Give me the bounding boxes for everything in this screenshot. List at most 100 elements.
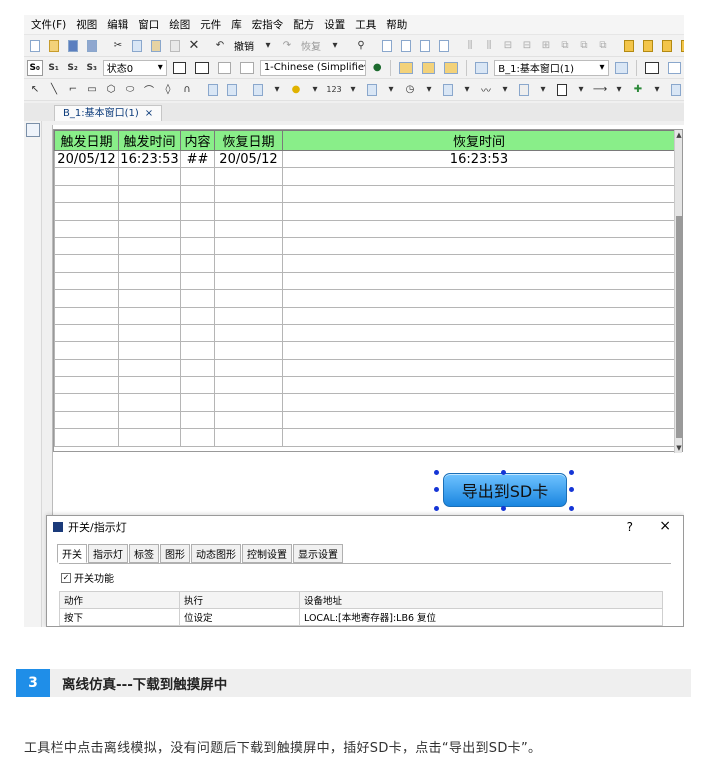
redo-icon[interactable]: ↷ xyxy=(279,38,295,54)
lamp-icon[interactable]: ● xyxy=(288,82,304,98)
window-select[interactable]: B_1:基本窗口(1) ▾ xyxy=(494,59,609,76)
selection-handle[interactable] xyxy=(569,470,574,475)
chevron-down-icon[interactable]: ▾ xyxy=(497,82,513,98)
l4-icon[interactable] xyxy=(237,60,257,76)
ascii-icon[interactable] xyxy=(364,82,380,98)
distribute-h-icon[interactable]: ⫼ xyxy=(462,38,478,54)
close-icon[interactable]: × xyxy=(659,518,671,534)
scroll-down-icon[interactable]: ▼ xyxy=(675,443,683,453)
chevron-down-icon[interactable]: ▾ xyxy=(345,82,361,98)
chevron-down-icon[interactable]: ▾ xyxy=(383,82,399,98)
menu-draw[interactable]: 绘图 xyxy=(164,15,195,35)
l1-icon[interactable] xyxy=(170,60,190,76)
distribute-v-icon[interactable]: ⫼ xyxy=(481,38,497,54)
help-icon[interactable]: ? xyxy=(627,520,633,534)
menu-recipe[interactable]: 配方 xyxy=(288,15,319,35)
curve-icon[interactable]: ∩ xyxy=(179,82,195,98)
polyline-icon[interactable]: ⌐ xyxy=(65,82,81,98)
menu-view[interactable]: 视图 xyxy=(71,15,102,35)
ungroup-icon[interactable]: ⧉ xyxy=(576,38,592,54)
keypad-icon[interactable] xyxy=(516,82,532,98)
window-prop-icon[interactable] xyxy=(396,60,416,76)
numeric-icon[interactable]: 123 xyxy=(326,82,342,98)
l3-icon[interactable] xyxy=(215,60,235,76)
chevron-down-icon[interactable]: ▾ xyxy=(459,82,475,98)
grid-icon[interactable] xyxy=(665,60,685,76)
menu-macro[interactable]: 宏指令 xyxy=(247,15,289,35)
undo-icon[interactable]: ↶ xyxy=(212,38,228,54)
selection-handle[interactable] xyxy=(501,506,506,511)
bulb-icon[interactable]: ● xyxy=(369,60,385,76)
alarm-icon[interactable] xyxy=(668,82,684,98)
duplicate-icon[interactable] xyxy=(167,38,183,54)
table-scrollbar[interactable]: ▲ ▼ xyxy=(674,130,682,453)
selection-handle[interactable] xyxy=(434,487,439,492)
switch-function-checkbox[interactable]: ✓ xyxy=(61,572,71,583)
state-s1-button[interactable]: S₁ xyxy=(46,60,62,76)
tab-display-settings[interactable]: 显示设置 xyxy=(293,544,343,563)
window-open-icon[interactable] xyxy=(441,60,461,76)
selection-handle[interactable] xyxy=(569,506,574,511)
same-width-icon[interactable]: ⊟ xyxy=(500,38,516,54)
tab-indicator[interactable]: 指示灯 xyxy=(88,544,128,563)
open-folder-icon[interactable] xyxy=(46,38,62,54)
pointer-icon[interactable]: ↖ xyxy=(27,82,43,98)
align-top-icon[interactable] xyxy=(436,38,452,54)
same-size-icon[interactable]: ⊞ xyxy=(538,38,554,54)
bring-front-icon[interactable] xyxy=(621,38,637,54)
menu-window[interactable]: 窗口 xyxy=(133,15,164,35)
tab-switch[interactable]: 开关 xyxy=(57,544,87,563)
chevron-down-icon[interactable]: ▾ xyxy=(421,82,437,98)
undo-button[interactable]: 撤销 xyxy=(231,38,257,53)
layer-icon[interactable]: ⧉ xyxy=(595,38,611,54)
rectangle-icon[interactable]: ▭ xyxy=(84,82,100,98)
scroll-thumb[interactable] xyxy=(676,216,682,438)
tab-label[interactable]: 标签 xyxy=(129,544,159,563)
tab-graphic[interactable]: 图形 xyxy=(160,544,190,563)
language-select[interactable]: 1-Chinese (Simplifie▾ xyxy=(259,59,367,76)
text-icon[interactable] xyxy=(224,82,240,98)
menu-file[interactable]: 文件(F) xyxy=(26,15,71,35)
state-s3-button[interactable]: S₃ xyxy=(84,60,100,76)
send-back-icon[interactable] xyxy=(640,38,656,54)
ellipse-icon[interactable]: ⬭ xyxy=(122,82,138,98)
table-icon[interactable] xyxy=(554,82,570,98)
menu-library[interactable]: 库 xyxy=(226,15,247,35)
save-all-icon[interactable] xyxy=(84,38,100,54)
polygon-icon[interactable]: ⬡ xyxy=(103,82,119,98)
align-center-icon[interactable] xyxy=(398,38,414,54)
switch-icon[interactable] xyxy=(250,82,266,98)
menu-component[interactable]: 元件 xyxy=(195,15,226,35)
window-icon[interactable] xyxy=(472,60,492,76)
search-icon[interactable]: ⚲ xyxy=(353,38,369,54)
menu-tools[interactable]: 工具 xyxy=(350,15,381,35)
align-left-icon[interactable] xyxy=(379,38,395,54)
save-icon[interactable] xyxy=(65,38,81,54)
new-file-icon[interactable] xyxy=(27,38,43,54)
selection-handle[interactable] xyxy=(434,506,439,511)
bar-graph-icon[interactable] xyxy=(440,82,456,98)
scroll-up-icon[interactable]: ▲ xyxy=(675,130,683,140)
table-row[interactable]: 按下 位设定 LOCAL:[本地寄存器]:LB6 复位 xyxy=(59,608,663,626)
chevron-down-icon[interactable]: ▾ xyxy=(307,82,323,98)
window-new-icon[interactable] xyxy=(419,60,439,76)
trend-icon[interactable]: 〰 xyxy=(478,82,494,98)
paste-icon[interactable] xyxy=(148,38,164,54)
pipe-icon[interactable]: ✚ xyxy=(630,82,646,98)
state-s0-button[interactable]: S₀ xyxy=(27,59,43,76)
library-icon[interactable] xyxy=(26,123,40,137)
menu-edit[interactable]: 编辑 xyxy=(102,15,133,35)
selection-handle[interactable] xyxy=(501,470,506,475)
menu-help[interactable]: 帮助 xyxy=(381,15,412,35)
menu-settings[interactable]: 设置 xyxy=(319,15,350,35)
tab-base-window-1[interactable]: B_1:基本窗口(1) × xyxy=(54,105,163,121)
selection-handle[interactable] xyxy=(569,487,574,492)
group-icon[interactable]: ⧉ xyxy=(557,38,573,54)
state-select[interactable]: 状态0 ▾ xyxy=(102,59,167,76)
chevron-down-icon[interactable]: ▾ xyxy=(327,38,343,54)
cut-icon[interactable]: ✂ xyxy=(110,38,126,54)
chevron-down-icon[interactable]: ▾ xyxy=(260,38,276,54)
send-backward-icon[interactable] xyxy=(678,38,684,54)
close-icon[interactable]: × xyxy=(145,106,153,121)
chevron-down-icon[interactable]: ▾ xyxy=(269,82,285,98)
